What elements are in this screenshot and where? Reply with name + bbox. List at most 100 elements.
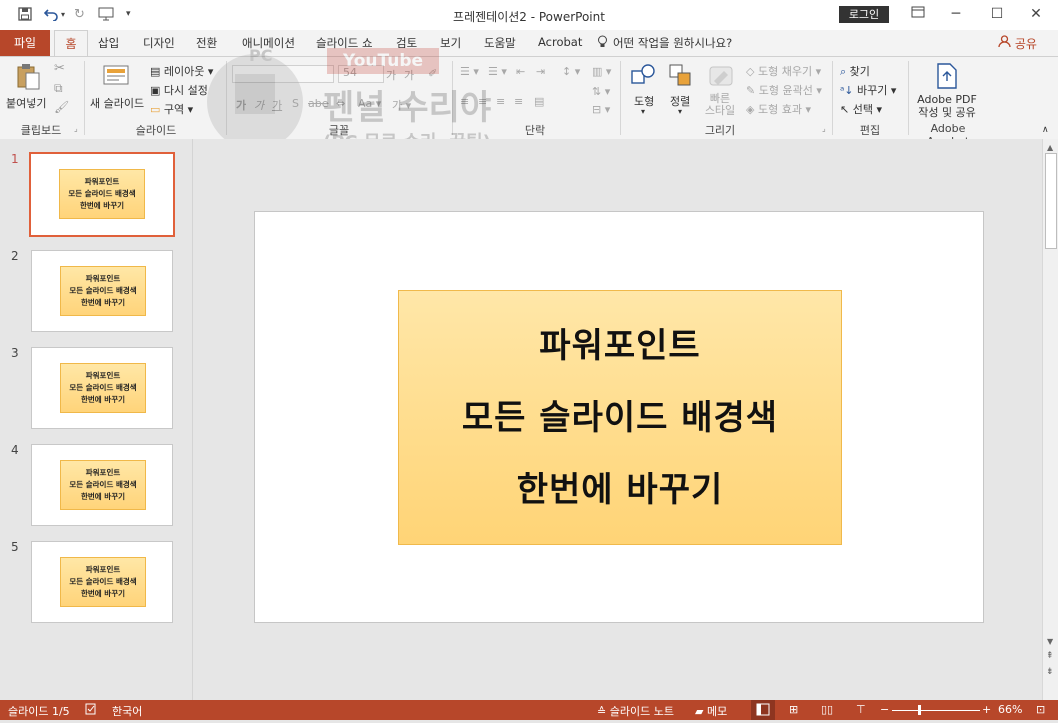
tab-view[interactable]: 보기 xyxy=(440,35,461,51)
cut-icon[interactable]: ✂ xyxy=(54,61,65,76)
zoom-in-icon[interactable]: + xyxy=(982,703,991,716)
align-text-icon[interactable]: ⊟ ▾ xyxy=(592,103,610,116)
tab-slideshow[interactable]: 슬라이드 쇼 xyxy=(316,35,373,51)
share-button[interactable]: 공유 xyxy=(998,35,1037,52)
tab-home[interactable]: 홈 xyxy=(54,30,88,58)
numbering-icon[interactable]: ☰ ▾ xyxy=(488,65,507,78)
slide-title-textbox[interactable]: 파워포인트 모든 슬라이드 배경색 한번에 바꾸기 xyxy=(398,290,842,545)
slideshow-view-icon[interactable]: ⊤ xyxy=(856,703,866,716)
zoom-level[interactable]: 66% xyxy=(998,703,1022,716)
collapse-ribbon-icon[interactable]: ∧ xyxy=(1042,125,1049,135)
slide-thumbnail-4[interactable]: 파워포인트 모든 슬라이드 배경색 한번에 바꾸기 xyxy=(31,444,173,526)
bold-icon[interactable]: 가 xyxy=(236,97,246,113)
scroll-up-icon[interactable]: ▲ xyxy=(1047,143,1053,152)
arrange-icon[interactable] xyxy=(668,63,694,89)
font-color-icon[interactable]: 가 ▾ xyxy=(392,97,411,113)
font-size-combo[interactable]: 54 xyxy=(338,65,384,83)
font-name-combo[interactable] xyxy=(232,65,334,83)
replace-button[interactable]: ᵃ↓ 바꾸기 ▾ xyxy=(840,82,896,98)
underline-icon[interactable]: 가 xyxy=(272,97,282,113)
create-pdf-button[interactable]: Adobe PDF 작성 및 공유 xyxy=(914,93,980,119)
next-slide-icon[interactable]: ⇟ xyxy=(1046,667,1054,677)
bullets-icon[interactable]: ☰ ▾ xyxy=(460,65,479,78)
tab-review[interactable]: 검토 xyxy=(396,35,417,51)
ribbon-display-icon[interactable] xyxy=(906,6,930,24)
adobe-pdf-icon[interactable] xyxy=(935,63,961,89)
shadow-icon[interactable]: S xyxy=(292,97,299,110)
dialog-launcher-icon[interactable]: ⌟ xyxy=(74,124,78,133)
paste-button[interactable]: 붙여넣기 xyxy=(6,95,46,111)
tab-file[interactable]: 파일 xyxy=(0,30,50,56)
zoom-out-icon[interactable]: − xyxy=(880,703,889,716)
justify-icon[interactable]: ≡ xyxy=(514,95,523,108)
char-spacing-icon[interactable]: ⇔ xyxy=(336,97,345,110)
slide-sorter-icon[interactable]: ⊞ xyxy=(789,703,798,716)
previous-slide-icon[interactable]: ⇞ xyxy=(1046,651,1054,661)
current-slide[interactable]: 파워포인트 모든 슬라이드 배경색 한번에 바꾸기 xyxy=(254,211,984,623)
drawing-launcher-icon[interactable]: ⌟ xyxy=(822,124,826,133)
slide-thumbnail-2[interactable]: 파워포인트 모든 슬라이드 배경색 한번에 바꾸기 xyxy=(31,250,173,332)
format-painter-icon[interactable]: 🖌 xyxy=(54,100,69,114)
align-left-icon[interactable]: ≡ xyxy=(460,95,469,108)
tab-transitions[interactable]: 전환 xyxy=(196,35,217,51)
change-case-icon[interactable]: Aa ▾ xyxy=(358,97,381,110)
vertical-scrollbar[interactable]: ▲ ▼ ⇞ ⇟ xyxy=(1042,139,1058,700)
grow-font-icon[interactable]: 가 xyxy=(386,67,396,83)
spellcheck-icon[interactable] xyxy=(85,703,97,718)
notes-icon: ≙ xyxy=(597,705,607,718)
copy-icon[interactable]: ⧉ xyxy=(54,81,63,96)
tell-me-box[interactable]: 어떤 작업을 원하시나요? xyxy=(613,35,732,51)
tab-design[interactable]: 디자인 xyxy=(143,35,175,51)
zoom-slider[interactable] xyxy=(892,710,980,711)
distribute-icon[interactable]: ▤ xyxy=(534,95,544,108)
paste-icon[interactable] xyxy=(16,63,42,90)
select-button[interactable]: ↖ 선택 ▾ xyxy=(840,101,882,117)
reset-button[interactable]: ▣ 다시 설정 xyxy=(150,82,208,98)
strikethrough-icon[interactable]: abe xyxy=(308,97,329,110)
italic-icon[interactable]: 가 xyxy=(254,97,264,113)
notes-button[interactable]: ≙ 슬라이드 노트 xyxy=(597,703,674,719)
tab-acrobat[interactable]: Acrobat xyxy=(538,35,582,49)
find-button[interactable]: ⌕ 찾기 xyxy=(840,63,870,79)
shapes-icon[interactable] xyxy=(630,63,656,89)
normal-view-button[interactable] xyxy=(751,700,775,720)
slide-thumbnail-1[interactable]: 파워포인트 모든 슬라이드 배경색 한번에 바꾸기 xyxy=(29,152,175,237)
layout-button[interactable]: ▤ 레이아웃 ▾ xyxy=(150,63,213,79)
line-spacing-icon[interactable]: ↕ ▾ xyxy=(562,65,580,78)
increase-indent-icon[interactable]: ⇥ xyxy=(536,65,545,78)
comments-button[interactable]: ▰ 메모 xyxy=(695,703,727,719)
reading-view-icon[interactable]: ▯▯ xyxy=(821,703,833,716)
shrink-font-icon[interactable]: 가 xyxy=(404,67,414,83)
shape-outline-button[interactable]: ✎ 도형 윤곽선 ▾ xyxy=(746,82,822,98)
align-center-icon[interactable]: ≡ xyxy=(478,95,487,108)
align-right-icon[interactable]: ≡ xyxy=(496,95,505,108)
new-slide-icon[interactable] xyxy=(102,63,129,89)
minimize-icon[interactable]: ─ xyxy=(944,6,968,24)
shape-fill-button[interactable]: ◇ 도형 채우기 ▾ xyxy=(746,63,821,79)
close-icon[interactable]: ✕ xyxy=(1024,6,1048,24)
text-direction-icon[interactable]: ⇅ ▾ xyxy=(592,85,610,98)
maximize-icon[interactable]: ☐ xyxy=(985,6,1009,24)
clear-format-icon[interactable]: ✐ xyxy=(428,67,437,80)
columns-icon[interactable]: ▥ ▾ xyxy=(592,65,611,78)
zoom-slider-thumb[interactable] xyxy=(918,705,921,715)
tab-insert[interactable]: 삽입 xyxy=(98,35,119,51)
scroll-thumb[interactable] xyxy=(1045,153,1057,249)
decrease-indent-icon[interactable]: ⇤ xyxy=(516,65,525,78)
new-slide-button[interactable]: 새 슬라이드 xyxy=(90,95,144,111)
arrange-dropdown-icon[interactable]: ▾ xyxy=(678,107,682,116)
scroll-down-icon[interactable]: ▼ xyxy=(1047,637,1053,646)
fit-to-window-icon[interactable]: ⊡ xyxy=(1036,703,1045,716)
tab-help[interactable]: 도움말 xyxy=(484,35,516,51)
slide-thumbnail-3[interactable]: 파워포인트 모든 슬라이드 배경색 한번에 바꾸기 xyxy=(31,347,173,429)
quick-styles-button[interactable]: 빠른 스타일 xyxy=(702,93,738,117)
shapes-dropdown-icon[interactable]: ▾ xyxy=(641,107,645,116)
slide-thumbnail-5[interactable]: 파워포인트 모든 슬라이드 배경색 한번에 바꾸기 xyxy=(31,541,173,623)
language[interactable]: 한국어 xyxy=(112,703,142,719)
shape-effects-button[interactable]: ◈ 도형 효과 ▾ xyxy=(746,101,811,117)
section-button[interactable]: ▭ 구역 ▾ xyxy=(150,101,193,117)
quick-styles-icon[interactable] xyxy=(708,63,734,89)
login-button[interactable]: 로그인 xyxy=(839,6,889,23)
tab-animations[interactable]: 애니메이션 xyxy=(242,35,295,51)
reset-label: 다시 설정 xyxy=(163,84,208,97)
